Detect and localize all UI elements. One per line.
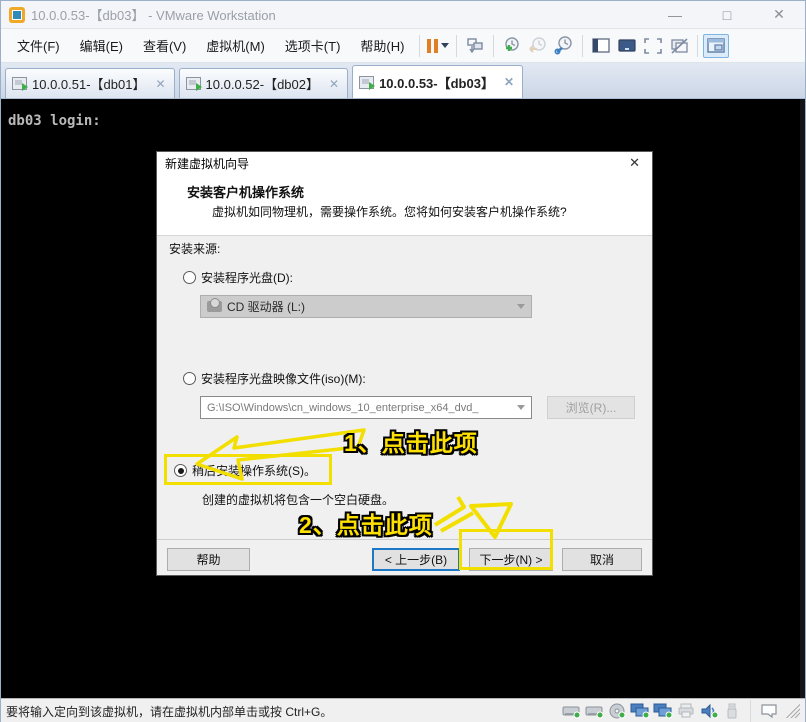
cd-drive-value: CD 驱动器 (L:) (227, 298, 305, 315)
title-bar: 10.0.0.53-【db03】 - VMware Workstation — … (1, 1, 805, 29)
cd-dvd-icon[interactable] (607, 702, 627, 720)
cancel-button[interactable]: 取消 (562, 548, 642, 571)
chevron-down-icon (517, 304, 525, 309)
cd-drive-dropdown[interactable]: CD 驱动器 (L:) (200, 295, 532, 318)
radio-iso-image[interactable]: 安装程序光盘映像文件(iso)(M): (183, 370, 366, 387)
tab-label: 10.0.0.52-【db02】 (206, 74, 319, 93)
sound-icon[interactable] (699, 702, 719, 720)
toolbar-separator (697, 35, 698, 57)
toolbar-separator (582, 35, 583, 57)
radio-circle-icon[interactable] (183, 372, 196, 385)
vm-screen-edge (800, 99, 805, 698)
hard-disk-icon[interactable] (584, 702, 604, 720)
tab-label: 10.0.0.51-【db01】 (32, 74, 145, 93)
dialog-close-icon[interactable]: ✕ (625, 155, 644, 171)
tab-close-icon[interactable]: ✕ (494, 75, 514, 89)
resize-grip[interactable] (786, 704, 800, 718)
console-login-prompt: db03 login: (8, 113, 101, 129)
tab-db02[interactable]: 10.0.0.52-【db02】 ✕ (179, 68, 349, 98)
tab-close-icon[interactable]: ✕ (145, 77, 165, 91)
revert-snapshot-icon[interactable] (525, 34, 551, 58)
toolbar-separator (419, 35, 420, 57)
radio-iso-image-label: 安装程序光盘映像文件(iso)(M): (201, 370, 366, 387)
pause-vm-icon[interactable] (425, 34, 451, 58)
menu-edit[interactable]: 编辑(E) (70, 31, 133, 60)
vm-tab-icon (12, 77, 27, 90)
menu-vm[interactable]: 虚拟机(M) (196, 31, 275, 60)
menu-view[interactable]: 查看(V) (133, 31, 196, 60)
take-snapshot-icon[interactable] (499, 34, 525, 58)
status-bar: 要将输入定向到该虚拟机，请在虚拟机内部单击或按 Ctrl+G。 (1, 698, 805, 722)
dialog-header: 安装客户机操作系统 虚拟机如同物理机，需要操作系统。您将如何安装客户机操作系统? (157, 174, 652, 236)
radio-circle-icon[interactable] (183, 271, 196, 284)
snapshot-manager-icon[interactable] (551, 34, 577, 58)
tab-close-icon[interactable]: ✕ (319, 77, 339, 91)
dialog-title: 新建虚拟机向导 (165, 155, 249, 172)
vmware-workstation-window: 10.0.0.53-【db03】 - VMware Workstation — … (0, 0, 806, 722)
toolbar-separator (456, 35, 457, 57)
cd-drive-icon (207, 301, 222, 312)
window-title: 10.0.0.53-【db03】 - VMware Workstation (31, 5, 276, 24)
back-button[interactable]: < 上一步(B) (372, 548, 460, 571)
vmware-app-icon (9, 7, 25, 23)
annotation-step1: 1、点击此项 (344, 424, 478, 458)
menu-bar: 文件(F) 编辑(E) 查看(V) 虚拟机(M) 选项卡(T) 帮助(H) (1, 29, 805, 63)
tab-strip: 10.0.0.51-【db01】 ✕ 10.0.0.52-【db02】 ✕ 10… (1, 63, 805, 99)
send-ctrl-alt-del-icon[interactable] (462, 34, 488, 58)
browse-button[interactable]: 浏览(R)... (547, 396, 635, 419)
network-adapter-icon[interactable] (630, 702, 650, 720)
iso-path-combobox[interactable]: G:\ISO\Windows\cn_windows_10_enterprise_… (200, 396, 532, 419)
iso-path-value: G:\ISO\Windows\cn_windows_10_enterprise_… (207, 402, 478, 414)
dialog-title-bar: 新建虚拟机向导 ✕ (157, 152, 652, 174)
library-panel-icon[interactable] (703, 34, 729, 58)
console-view-icon[interactable] (588, 34, 614, 58)
network-adapter-icon[interactable] (653, 702, 673, 720)
install-source-label: 安装来源: (169, 240, 220, 257)
chevron-down-icon (517, 405, 525, 410)
hard-disk-icon[interactable] (561, 702, 581, 720)
tab-label: 10.0.0.53-【db03】 (379, 73, 494, 92)
menu-tabs[interactable]: 选项卡(T) (275, 31, 351, 60)
maximize-button[interactable]: □ (701, 1, 753, 28)
unity-icon[interactable] (666, 34, 692, 58)
minimize-button[interactable]: — (649, 1, 701, 28)
vm-tab-icon (186, 77, 201, 90)
tab-db01[interactable]: 10.0.0.51-【db01】 ✕ (5, 68, 175, 98)
annotation-step2: 2、点击此项 (299, 506, 433, 540)
help-button[interactable]: 帮助 (167, 548, 250, 571)
highlight-box-step2 (459, 529, 553, 570)
tab-db03-active[interactable]: 10.0.0.53-【db03】 ✕ (352, 65, 523, 98)
close-button[interactable]: ✕ (753, 1, 805, 28)
fullscreen-icon[interactable] (614, 34, 640, 58)
printer-icon[interactable] (676, 702, 696, 720)
power-dropdown-icon[interactable] (441, 43, 449, 48)
message-log-icon[interactable] (759, 702, 779, 720)
usb-icon[interactable] (722, 702, 742, 720)
dialog-heading: 安装客户机操作系统 (187, 182, 304, 201)
menu-help[interactable]: 帮助(H) (350, 31, 414, 60)
radio-installer-disc[interactable]: 安装程序光盘(D): (183, 269, 293, 286)
dialog-subheading: 虚拟机如同物理机，需要操作系统。您将如何安装客户机操作系统? (212, 203, 567, 220)
highlight-box-step1 (164, 454, 332, 485)
statusbar-separator (750, 700, 751, 722)
fit-guest-icon[interactable] (640, 34, 666, 58)
toolbar-separator (493, 35, 494, 57)
radio-installer-disc-label: 安装程序光盘(D): (201, 269, 293, 286)
vm-tab-icon (359, 76, 374, 89)
menu-file[interactable]: 文件(F) (7, 31, 70, 60)
status-message: 要将输入定向到该虚拟机，请在虚拟机内部单击或按 Ctrl+G。 (6, 703, 332, 720)
